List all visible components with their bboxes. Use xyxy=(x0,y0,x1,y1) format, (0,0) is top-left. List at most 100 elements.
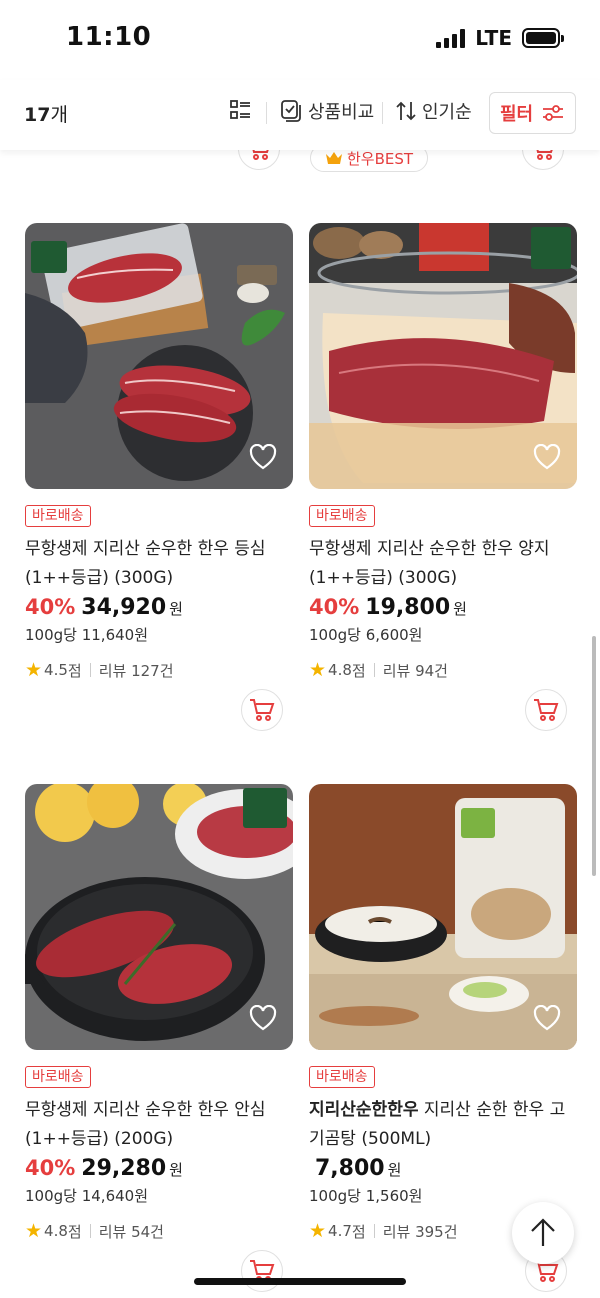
product-card[interactable]: 바로배송 지리산순한한우 지리산 순한 한우 고기곰탕 (500ML) 7,80… xyxy=(309,784,577,1292)
rating-unit: 점 xyxy=(67,661,82,680)
status-time: 11:10 xyxy=(66,22,152,52)
sale-price: 19,800 xyxy=(365,595,451,620)
discount-rate: 40% xyxy=(25,1156,76,1180)
sort-button[interactable]: 인기순 xyxy=(396,98,472,124)
toolbar-divider xyxy=(382,102,383,124)
rating: ★ 4.5 점 리뷰 127건 xyxy=(25,659,293,681)
product-title: 무항생제 지리산 순우한 한우 양지 (1++등급) (300G) xyxy=(309,539,550,588)
list-toolbar: 17개 상품비교 인기순 필터 xyxy=(0,80,600,150)
rating-unit: 점 xyxy=(351,1222,366,1241)
star-icon: ★ xyxy=(309,659,327,681)
cart-button[interactable] xyxy=(525,689,567,731)
product-name[interactable]: 무항생제 지리산 순우한 한우 양지 (1++등급) (300G) xyxy=(309,535,577,593)
product-image[interactable] xyxy=(25,784,293,1050)
list-view-icon xyxy=(230,100,250,119)
product-image[interactable] xyxy=(309,223,577,489)
wishlist-button[interactable] xyxy=(245,1000,281,1036)
product-name[interactable]: 지리산순한한우 지리산 순한 한우 고기곰탕 (500ML) xyxy=(309,1096,577,1154)
compare-label: 상품비교 xyxy=(308,102,375,123)
delivery-tag: 바로배송 xyxy=(25,505,91,527)
review-count[interactable]: 리뷰 127건 xyxy=(99,660,174,681)
scrollbar[interactable] xyxy=(592,636,596,876)
product-brand: 지리산순한한우 xyxy=(309,1100,419,1120)
product-image[interactable] xyxy=(309,784,577,1050)
product-name[interactable]: 무항생제 지리산 순우한 한우 등심 (1++등급) (300G) xyxy=(25,535,293,593)
rating: ★ 4.8 점 리뷰 94건 xyxy=(309,659,577,681)
cart-icon xyxy=(536,150,553,160)
cart-button[interactable] xyxy=(241,689,283,731)
filter-sliders-icon xyxy=(543,105,564,121)
rating-score: 4.8 xyxy=(44,1222,68,1240)
home-indicator xyxy=(194,1278,406,1285)
result-count: 17개 xyxy=(24,100,68,127)
cart-button[interactable] xyxy=(241,1250,283,1292)
best-badge: 한우BEST xyxy=(310,150,429,172)
rating-score: 4.7 xyxy=(328,1222,352,1240)
star-icon: ★ xyxy=(25,1220,43,1242)
unit-price: 100g당 6,600원 xyxy=(309,626,423,644)
price-row: 40% 34,920 원 xyxy=(25,595,293,620)
filter-button[interactable]: 필터 xyxy=(489,92,576,134)
review-count[interactable]: 리뷰 94건 xyxy=(383,660,448,681)
product-title: 무항생제 지리산 순우한 한우 안심 (1++등급) (200G) xyxy=(25,1100,266,1149)
rating: ★ 4.8 점 리뷰 54건 xyxy=(25,1220,293,1242)
crown-icon xyxy=(326,152,342,164)
network-label: LTE xyxy=(475,26,512,50)
rating-divider xyxy=(373,1224,375,1238)
currency: 원 xyxy=(453,600,467,618)
wishlist-button[interactable] xyxy=(245,439,281,475)
rating-unit: 점 xyxy=(351,661,366,680)
wishlist-button[interactable] xyxy=(529,439,565,475)
wishlist-button[interactable] xyxy=(529,1000,565,1036)
cart-button[interactable] xyxy=(238,150,280,170)
compare-button[interactable]: 상품비교 xyxy=(280,98,374,124)
product-card[interactable]: 바로배송 무항생제 지리산 순우한 한우 등심 (1++등급) (300G) 4… xyxy=(25,223,293,731)
sale-price: 34,920 xyxy=(81,595,167,620)
delivery-tag: 바로배송 xyxy=(309,505,375,527)
star-icon: ★ xyxy=(309,1220,327,1242)
rating-divider xyxy=(89,1224,91,1238)
heart-icon xyxy=(533,1005,561,1031)
rating-divider xyxy=(89,663,91,677)
view-toggle-button[interactable] xyxy=(228,98,252,122)
discount-rate: 40% xyxy=(25,595,76,619)
result-count-unit: 개 xyxy=(50,104,68,126)
product-card[interactable]: 바로배송 무항생제 지리산 순우한 한우 양지 (1++등급) (300G) 4… xyxy=(309,223,577,731)
product-name[interactable]: 무항생제 지리산 순우한 한우 안심 (1++등급) (200G) xyxy=(25,1096,293,1154)
product-card[interactable]: 바로배송 무항생제 지리산 순우한 한우 안심 (1++등급) (200G) 4… xyxy=(25,784,293,1292)
rating-divider xyxy=(373,663,375,677)
sale-price: 29,280 xyxy=(81,1156,167,1181)
price-row: 40% 19,800 원 xyxy=(309,595,577,620)
product-title: 무항생제 지리산 순우한 한우 등심 (1++등급) (300G) xyxy=(25,539,266,588)
compare-check-icon xyxy=(281,100,301,122)
discount-rate: 40% xyxy=(309,595,360,619)
delivery-tag: 바로배송 xyxy=(25,1066,91,1088)
status-indicators: LTE xyxy=(436,26,564,50)
cart-icon xyxy=(252,150,269,160)
toolbar-divider xyxy=(266,102,267,124)
review-count[interactable]: 리뷰 395건 xyxy=(383,1221,458,1242)
status-bar: 11:10 LTE xyxy=(0,0,600,80)
price-row: 40% 29,280 원 xyxy=(25,1156,293,1181)
sort-label: 인기순 xyxy=(422,102,472,123)
rating-score: 4.5 xyxy=(44,661,68,679)
scroll-to-top-button[interactable] xyxy=(512,1202,574,1264)
unit-price: 100g당 14,640원 xyxy=(25,1187,149,1205)
currency: 원 xyxy=(169,600,183,618)
product-list[interactable]: 한우BEST 바로배송 무항생제 지리산 순우한 한우 등심 (1++등급) (… xyxy=(0,150,600,1298)
best-badge-label: 한우BEST xyxy=(347,150,414,168)
currency: 원 xyxy=(169,1161,183,1179)
delivery-tag: 바로배송 xyxy=(309,1066,375,1088)
heart-icon xyxy=(249,444,277,470)
currency: 원 xyxy=(387,1161,402,1179)
cart-icon xyxy=(534,699,559,721)
result-count-number: 17 xyxy=(24,104,51,126)
unit-price: 100g당 11,640원 xyxy=(25,626,149,644)
product-image[interactable] xyxy=(25,223,293,489)
signal-icon xyxy=(436,28,466,48)
rating-score: 4.8 xyxy=(328,661,352,679)
cart-button[interactable] xyxy=(522,150,564,170)
review-count[interactable]: 리뷰 54건 xyxy=(99,1221,164,1242)
arrow-up-icon xyxy=(531,1218,555,1246)
rating-unit: 점 xyxy=(67,1222,82,1241)
